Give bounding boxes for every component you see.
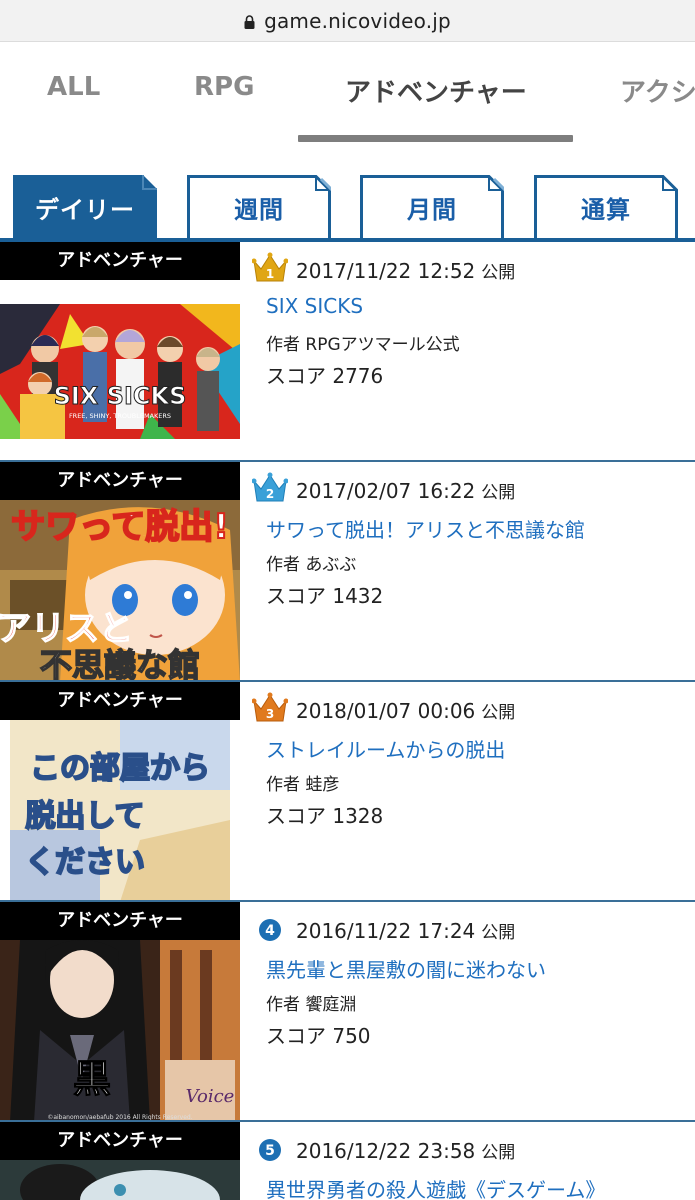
game-title-link[interactable]: SIX SICKS	[266, 294, 363, 318]
active-tab-indicator	[298, 135, 573, 142]
tab-action[interactable]: アクシ	[620, 72, 695, 109]
thumb-copyright: ©aibanomon/aebafub 2016 All Rights Reser…	[47, 1114, 192, 1121]
ranking-item-3[interactable]: アドベンチャー この部屋から 脱出して ください 3 2018/01/07 00…	[0, 682, 695, 902]
tab-monthly-label: 月間	[407, 196, 457, 224]
genre-label: アドベンチャー	[0, 242, 240, 280]
score-label: スコア	[266, 364, 326, 388]
thumb-line-1: この部屋から	[30, 751, 210, 786]
period-tabs: デイリー 週間 月間 通算	[0, 150, 695, 242]
score-value: 1432	[332, 584, 384, 608]
tab-daily[interactable]: デイリー	[13, 175, 157, 241]
tab-weekly-label: 週間	[234, 196, 284, 224]
author-name: あぶぶ	[305, 555, 357, 575]
game-title-link[interactable]: ストレイルームからの脱出	[266, 734, 505, 763]
thumb-subtitle-text: FREE, SHINY, TROUBLEMAKERS	[69, 412, 171, 420]
lock-icon	[244, 14, 255, 29]
score-line: スコア 2776	[266, 360, 383, 389]
genre-label: アドベンチャー	[0, 1122, 240, 1160]
date-value: 2017/02/07 16:22	[296, 479, 476, 503]
game-title-link[interactable]: 黒先輩と黒屋敷の闇に迷わない	[266, 954, 546, 983]
rank-number: 5	[265, 1143, 275, 1159]
author-label: 作者	[266, 995, 300, 1015]
author-name: RPGアツマール公式	[305, 335, 460, 355]
rank-5-badge-icon: 5	[259, 1139, 281, 1161]
author-label: 作者	[266, 775, 300, 795]
thumb-text-bottom: 不思議な館	[40, 646, 200, 682]
score-line: スコア 750	[266, 1020, 371, 1049]
publish-label: 公開	[481, 263, 516, 283]
score-line: スコア 1328	[266, 800, 383, 829]
genre-label: アドベンチャー	[0, 462, 240, 500]
genre-label: アドベンチャー	[0, 902, 240, 940]
game-thumbnail-3[interactable]: この部屋から 脱出して ください	[0, 720, 240, 900]
publish-date: 2016/12/22 23:58 公開	[296, 1138, 515, 1163]
date-value: 2016/11/22 17:24	[296, 919, 476, 943]
thumb-line-2: 脱出して	[25, 799, 144, 834]
thumb-text-mid: アリスと	[0, 609, 133, 649]
rank-number: 1	[266, 267, 274, 281]
tab-adventure[interactable]: アドベンチャー	[345, 72, 527, 109]
game-title-link[interactable]: サワって脱出！アリスと不思議な館	[266, 514, 585, 543]
tab-rpg[interactable]: RPG	[194, 72, 254, 102]
tab-all[interactable]: ALL	[47, 72, 100, 102]
ranking-item-2[interactable]: アドベンチャー サワって脱出! アリスと 不思議な館 2 2017/02/07 …	[0, 462, 695, 682]
publish-label: 公開	[481, 923, 516, 943]
date-value: 2017/11/22 12:52	[296, 259, 476, 283]
url-text: game.nicovideo.jp	[264, 8, 451, 33]
author-line: 作者 蛙彦	[266, 770, 339, 795]
thumb-voice: Voice	[186, 1086, 235, 1107]
publish-date: 2017/11/22 12:52 公開	[296, 258, 515, 283]
publish-label: 公開	[481, 483, 516, 503]
game-thumbnail-5[interactable]	[0, 1160, 240, 1200]
gold-crown-icon: 1	[252, 252, 288, 282]
rank-number: 2	[266, 487, 274, 501]
game-title-link[interactable]: 異世界勇者の殺人遊戯《デスゲーム》	[266, 1174, 605, 1200]
silver-crown-icon: 2	[252, 472, 288, 502]
publish-date: 2017/02/07 16:22 公開	[296, 478, 515, 503]
thumb-kanji: 黒	[73, 1057, 111, 1101]
publish-label: 公開	[481, 1143, 516, 1163]
genre-label: アドベンチャー	[0, 682, 240, 720]
tab-weekly[interactable]: 週間	[187, 175, 331, 241]
game-thumbnail-1[interactable]: SIX SICKS FREE, SHINY, TROUBLEMAKERS	[0, 304, 240, 439]
game-thumbnail-2[interactable]: サワって脱出! アリスと 不思議な館	[0, 500, 240, 682]
date-value: 2018/01/07 00:06	[296, 699, 476, 723]
thumb-title-text: SIX SICKS	[54, 382, 187, 410]
author-name: 蛙彦	[305, 775, 340, 795]
author-label: 作者	[266, 335, 300, 355]
thumb-line-3: ください	[25, 845, 145, 880]
score-value: 750	[332, 1024, 371, 1048]
score-value: 2776	[332, 364, 384, 388]
game-thumbnail-4[interactable]: 黒 Voice ©aibanomon/aebafub 2016 All Righ…	[0, 940, 240, 1121]
tab-total[interactable]: 通算	[534, 175, 678, 241]
tab-monthly[interactable]: 月間	[360, 175, 504, 241]
date-value: 2016/12/22 23:58	[296, 1139, 476, 1163]
author-line: 作者 RPGアツマール公式	[266, 330, 460, 355]
rank-number: 4	[265, 923, 275, 939]
author-line: 作者 あぶぶ	[266, 550, 356, 575]
author-label: 作者	[266, 555, 300, 575]
publish-date: 2016/11/22 17:24 公開	[296, 918, 515, 943]
address-bar[interactable]: game.nicovideo.jp	[0, 0, 695, 42]
publish-label: 公開	[481, 703, 516, 723]
rank-number: 3	[266, 707, 274, 721]
bronze-crown-icon: 3	[252, 692, 288, 722]
score-label: スコア	[266, 804, 326, 828]
publish-date: 2018/01/07 00:06 公開	[296, 698, 515, 723]
category-tabs: ALL RPG アドベンチャー アクシ	[0, 42, 695, 150]
rank-4-badge-icon: 4	[259, 919, 281, 941]
score-label: スコア	[266, 584, 326, 608]
thumb-text-top: サワって脱出!	[11, 507, 229, 547]
author-line: 作者 饗庭淵	[266, 990, 356, 1015]
score-line: スコア 1432	[266, 580, 383, 609]
ranking-item-5[interactable]: アドベンチャー 5 2016/12/22 23:58 公開 異世界勇者の殺人遊戯《…	[0, 1122, 695, 1200]
ranking-item-1[interactable]: アドベンチャー SIX SICKS FREE, SHINY, TROUBLEMA…	[0, 242, 695, 462]
tab-daily-label: デイリー	[35, 196, 135, 224]
score-value: 1328	[332, 804, 384, 828]
tab-total-label: 通算	[581, 196, 631, 224]
ranking-item-4[interactable]: アドベンチャー 黒 Voice ©aibanomon/aebafub 2016 …	[0, 902, 695, 1122]
score-label: スコア	[266, 1024, 326, 1048]
author-name: 饗庭淵	[305, 995, 357, 1015]
